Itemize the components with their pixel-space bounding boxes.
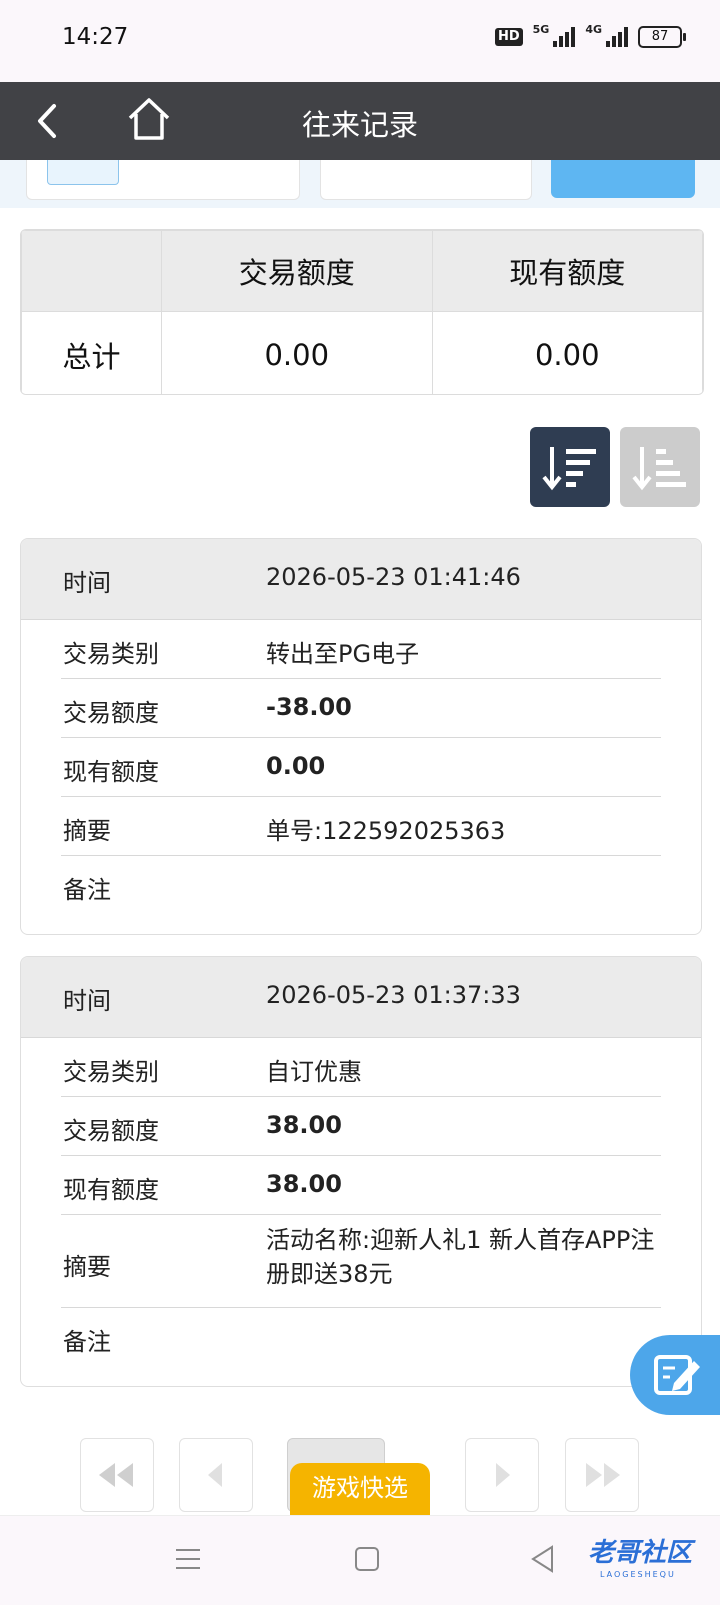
amount-label: 交易额度	[63, 699, 159, 727]
balance-value: 38.00	[266, 1170, 342, 1198]
balance-value: 0.00	[266, 752, 326, 780]
right-icon	[496, 1463, 510, 1487]
category-select[interactable]	[26, 160, 300, 200]
remark-label: 备注	[63, 1328, 111, 1356]
type-label: 交易类别	[63, 640, 159, 668]
type-label: 交易类别	[63, 1058, 159, 1086]
summary-table: 交易额度 现有额度 总计 0.00 0.00	[20, 229, 704, 395]
record-summary-row: 摘要 单号:122592025363	[61, 797, 661, 856]
record-summary-row: 摘要 活动名称:迎新人礼1 新人首存APP注册即送38元	[61, 1215, 661, 1308]
record-card: 时间 2026-05-23 01:37:33 交易类别 自订优惠 交易额度 38…	[20, 956, 702, 1387]
status-bar: 14:27 HD 5G 4G 87	[0, 0, 720, 82]
record-amount-row: 交易额度 -38.00	[61, 679, 661, 738]
hd-icon: HD	[494, 28, 523, 46]
query-button[interactable]	[551, 160, 695, 198]
brand-watermark: 老哥社区	[588, 1538, 693, 1568]
record-remark-row: 备注	[61, 1308, 661, 1386]
remark-label: 备注	[63, 876, 111, 904]
home-square-icon[interactable]	[354, 1546, 380, 1572]
sort-descending-icon	[542, 447, 596, 491]
record-type-row: 交易类别 转出至PG电子	[61, 620, 661, 679]
sort-asc-button[interactable]	[620, 427, 700, 507]
page-title: 往来记录	[301, 108, 418, 142]
record-time-row: 时间 2026-05-23 01:41:46	[21, 539, 701, 620]
battery-icon: 87	[638, 26, 686, 48]
status-time: 14:27	[62, 24, 129, 50]
balance-label: 现有额度	[63, 758, 159, 786]
summary-value: 单号:122592025363	[266, 817, 506, 845]
amount-value: -38.00	[266, 693, 352, 721]
summary-current-value: 0.00	[431, 311, 703, 394]
double-right-icon	[586, 1463, 620, 1487]
record-card: 时间 2026-05-23 01:41:46 交易类别 转出至PG电子 交易额度…	[20, 538, 702, 935]
record-time-row: 时间 2026-05-23 01:37:33	[21, 957, 701, 1038]
signal-icon	[553, 27, 576, 47]
edit-fab-button[interactable]	[630, 1335, 720, 1415]
time-value: 2026-05-23 01:41:46	[266, 563, 521, 591]
game-quick-select-button[interactable]: 游戏快选	[290, 1463, 430, 1515]
time-label: 时间	[63, 987, 111, 1015]
sort-ascending-icon	[632, 447, 686, 491]
double-left-icon	[99, 1463, 133, 1487]
type-value: 自订优惠	[266, 1058, 362, 1086]
time-value: 2026-05-23 01:37:33	[266, 981, 521, 1009]
back-triangle-icon[interactable]	[530, 1544, 556, 1574]
signal-icon-2	[606, 27, 628, 47]
summary-label: 摘要	[63, 817, 111, 845]
time-label: 时间	[63, 569, 111, 597]
last-page-button[interactable]	[565, 1438, 639, 1512]
summary-label: 摘要	[63, 1253, 111, 1281]
network-4g-label: 4G	[585, 22, 602, 36]
next-page-button[interactable]	[465, 1438, 539, 1512]
record-balance-row: 现有额度 38.00	[61, 1156, 661, 1215]
prev-page-button[interactable]	[179, 1438, 253, 1512]
summary-header-current: 现有额度	[431, 230, 703, 312]
menu-icon[interactable]	[174, 1546, 202, 1572]
network-5g-label: 5G	[532, 22, 550, 36]
summary-header-empty	[21, 230, 162, 312]
left-icon	[208, 1463, 222, 1487]
summary-row-label: 总计	[21, 311, 162, 394]
record-balance-row: 现有额度 0.00	[61, 738, 661, 797]
filter-bar	[0, 160, 720, 208]
brand-watermark-sub: LAOGESHEQU	[600, 1570, 676, 1579]
amount-label: 交易额度	[63, 1117, 159, 1145]
record-type-row: 交易类别 自订优惠	[61, 1038, 661, 1097]
summary-header-trade: 交易额度	[161, 230, 433, 312]
category-tag	[47, 160, 119, 185]
summary-trade-value: 0.00	[161, 311, 433, 394]
first-page-button[interactable]	[80, 1438, 154, 1512]
type-value: 转出至PG电子	[266, 640, 420, 668]
record-amount-row: 交易额度 38.00	[61, 1097, 661, 1156]
summary-value: 活动名称:迎新人礼1 新人首存APP注册即送38元	[266, 1226, 655, 1288]
date-range-select[interactable]	[320, 160, 532, 200]
sort-desc-button[interactable]	[530, 427, 610, 507]
amount-value: 38.00	[266, 1111, 342, 1139]
balance-label: 现有额度	[63, 1176, 159, 1204]
app-header: 往来记录	[0, 82, 720, 160]
record-remark-row: 备注	[61, 856, 661, 934]
edit-icon	[654, 1355, 700, 1395]
system-nav-bar: 老哥社区 LAOGESHEQU	[0, 1515, 720, 1605]
status-icons: HD 5G 4G 87	[494, 22, 686, 48]
